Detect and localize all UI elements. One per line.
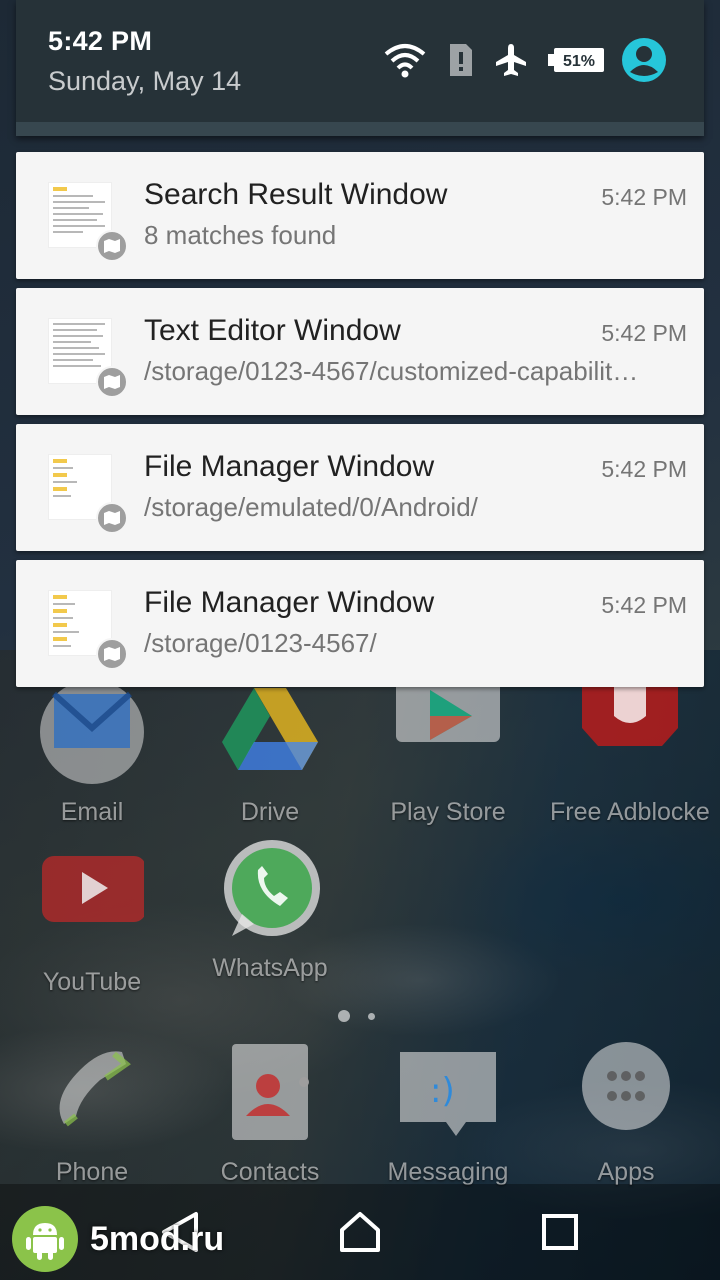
notification-time: 5:42 PM bbox=[601, 184, 687, 210]
notification-text: 8 matches found bbox=[144, 220, 337, 250]
notification-time: 5:42 PM bbox=[601, 592, 687, 618]
drive-icon bbox=[218, 680, 322, 784]
android-logo-icon bbox=[12, 1206, 78, 1272]
window-badge-icon bbox=[96, 230, 128, 262]
no-sim-icon[interactable] bbox=[448, 40, 474, 80]
notification-file-manager-storage[interactable]: File Manager Window /storage/0123-4567/ … bbox=[16, 560, 704, 687]
app-free-adblocker[interactable]: Free Adblocker B bbox=[550, 680, 710, 827]
home-icon bbox=[340, 1212, 380, 1252]
notification-file-manager-android[interactable]: File Manager Window /storage/emulated/0/… bbox=[16, 424, 704, 551]
notification-time: 5:42 PM bbox=[601, 320, 687, 346]
play-store-icon bbox=[396, 680, 500, 784]
page-dot bbox=[368, 1012, 375, 1020]
apps-icon bbox=[574, 1040, 678, 1144]
recents-button[interactable] bbox=[530, 1202, 590, 1262]
airplane-mode-icon[interactable] bbox=[494, 40, 528, 80]
app-label: Play Store bbox=[390, 798, 506, 826]
adblocker-icon bbox=[578, 680, 682, 784]
home-button[interactable] bbox=[330, 1202, 390, 1262]
app-play-store[interactable]: Play Store bbox=[378, 680, 518, 827]
notification-text: /storage/emulated/0/Android/ bbox=[144, 492, 478, 522]
notification-title: Search Result Window bbox=[144, 178, 448, 211]
phone-icon bbox=[40, 1040, 144, 1144]
date: Sunday, May 14 bbox=[48, 66, 242, 96]
watermark-text: 5mod.ru bbox=[90, 1219, 225, 1258]
dock-messaging[interactable]: :) Messaging bbox=[378, 1040, 518, 1187]
youtube-icon bbox=[40, 850, 146, 954]
app-youtube[interactable]: YouTube bbox=[22, 850, 162, 997]
notification-title: File Manager Window bbox=[144, 450, 435, 483]
notification-title: File Manager Window bbox=[144, 586, 435, 619]
battery-icon[interactable]: 51% bbox=[546, 40, 606, 80]
account-icon[interactable] bbox=[622, 38, 666, 82]
window-badge-icon bbox=[96, 638, 128, 670]
dock-contacts[interactable]: Contacts bbox=[200, 1040, 340, 1187]
contacts-icon bbox=[218, 1040, 322, 1144]
email-icon bbox=[40, 680, 144, 784]
wifi-icon[interactable] bbox=[384, 40, 426, 80]
messaging-icon: :) bbox=[396, 1040, 500, 1144]
app-email[interactable]: Email bbox=[22, 680, 162, 827]
notification-search-result[interactable]: Search Result Window 8 matches found 5:4… bbox=[16, 152, 704, 279]
dock-apps-drawer[interactable]: Apps bbox=[556, 1040, 696, 1187]
app-label: Drive bbox=[240, 798, 300, 826]
clock: 5:42 PM bbox=[48, 26, 153, 56]
recents-icon bbox=[542, 1214, 578, 1250]
app-label: Email bbox=[60, 798, 124, 826]
page-dot-active bbox=[338, 1010, 350, 1022]
notification-shade-header: 5:42 PM Sunday, May 14 51% bbox=[16, 0, 704, 136]
page-indicator bbox=[338, 1010, 375, 1022]
app-label: Messaging bbox=[387, 1158, 509, 1186]
dock-phone[interactable]: Phone bbox=[22, 1040, 162, 1187]
app-label: WhatsApp bbox=[212, 954, 328, 982]
notification-time: 5:42 PM bbox=[601, 456, 687, 482]
app-label: YouTube bbox=[42, 968, 142, 996]
window-badge-icon bbox=[96, 502, 128, 534]
notification-text-editor[interactable]: Text Editor Window /storage/0123-4567/cu… bbox=[16, 288, 704, 415]
svg-text::): :) bbox=[430, 1071, 455, 1111]
window-badge-icon bbox=[96, 366, 128, 398]
app-label: Phone bbox=[55, 1158, 129, 1186]
shade-divider bbox=[16, 122, 704, 136]
battery-level: 51% bbox=[563, 53, 595, 70]
whatsapp-icon bbox=[218, 836, 322, 940]
app-whatsapp[interactable]: WhatsApp bbox=[200, 836, 340, 983]
notification-title: Text Editor Window bbox=[144, 314, 401, 347]
app-label: Contacts bbox=[220, 1158, 320, 1186]
notification-text: /storage/0123-4567/ bbox=[144, 628, 377, 658]
watermark: 5mod.ru bbox=[12, 1206, 224, 1272]
app-drive[interactable]: Drive bbox=[200, 680, 340, 827]
app-label: Apps bbox=[597, 1158, 655, 1186]
app-label: Free Adblocker B bbox=[550, 798, 710, 826]
notification-text: /storage/0123-4567/customized-capabilit… bbox=[144, 356, 639, 386]
